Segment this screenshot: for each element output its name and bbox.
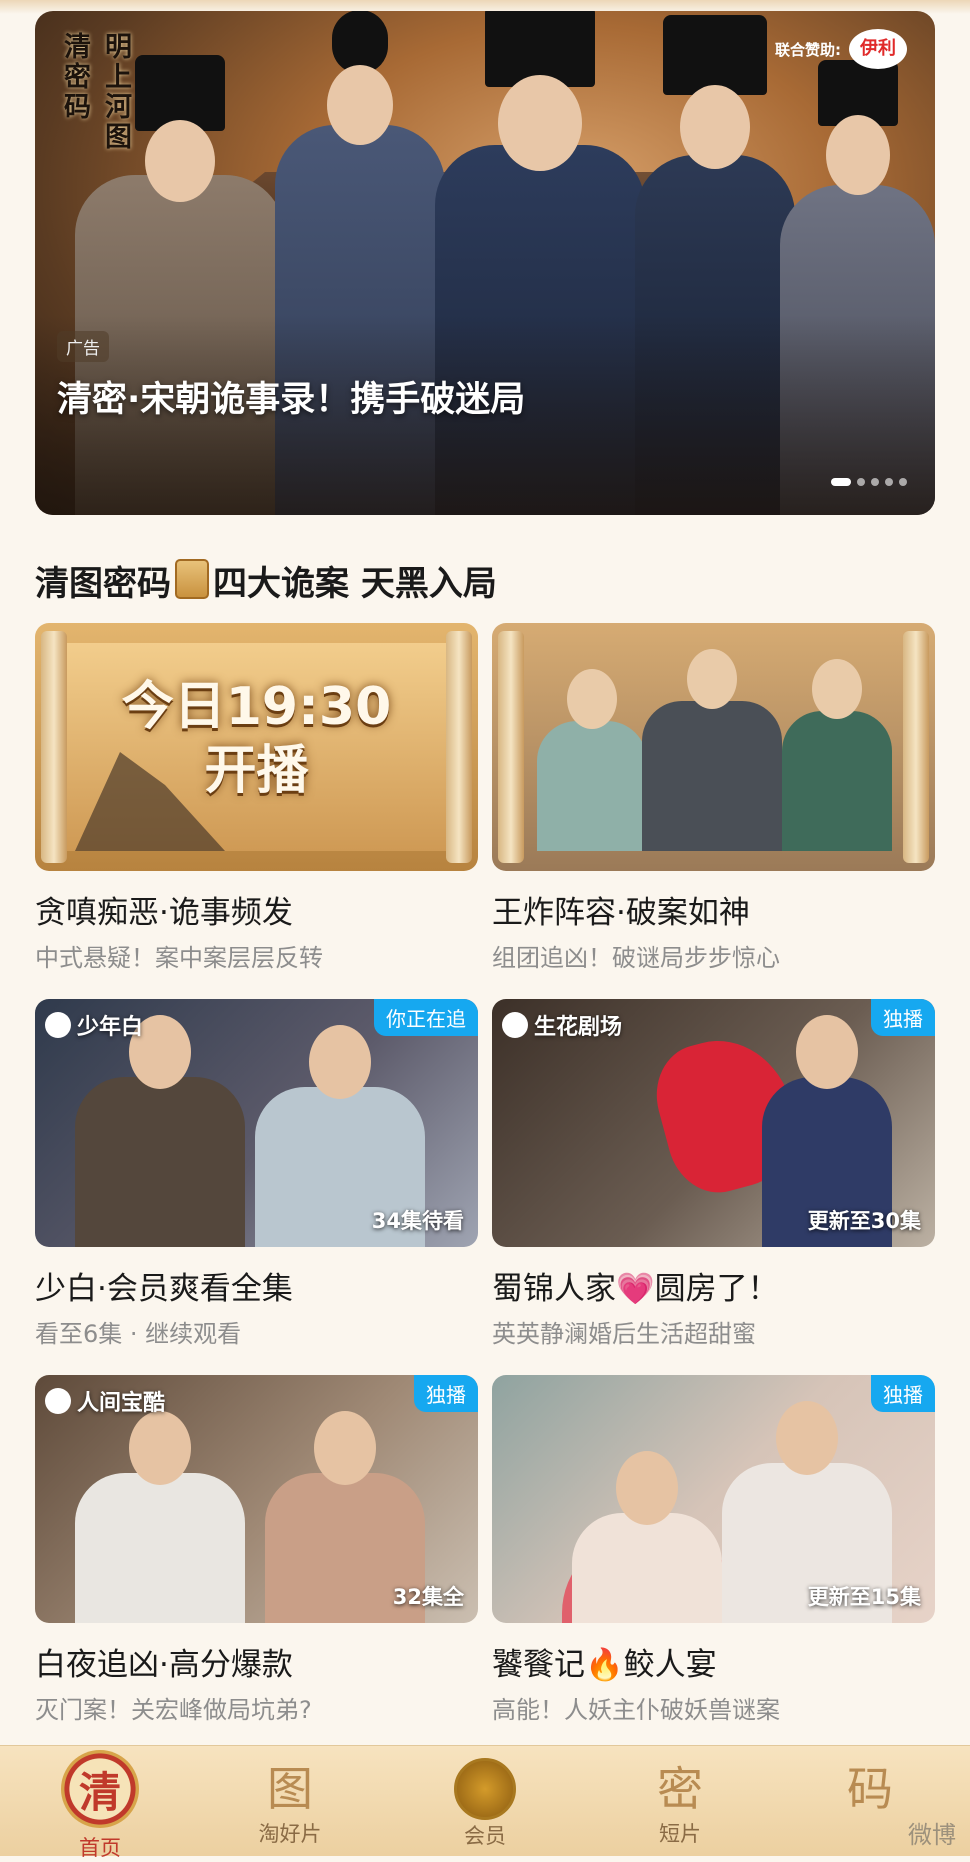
nav-home[interactable]: 清 首页 <box>30 1746 170 1862</box>
card-thumbnail[interactable]: 独播 更新至15集 <box>492 1375 935 1623</box>
watermark: 微博 <box>908 1821 956 1849</box>
card-title[interactable]: 贪嗔痴恶·诡事频发 <box>35 887 478 932</box>
card-thumbnail[interactable]: 生花剧场 独播 更新至30集 <box>492 999 935 1247</box>
carousel-dot[interactable] <box>885 478 893 486</box>
brand-icon <box>45 1388 71 1414</box>
show-brand: 生花剧场 <box>502 1009 622 1041</box>
banner-title: 清密·宋朝诡事录！携手破迷局 <box>57 380 526 420</box>
episode-count: 更新至15集 <box>807 1585 921 1609</box>
video-card[interactable]: 今日19:30 开播 贪嗔痴恶·诡事频发 中式悬疑！案中案层层反转 <box>35 623 478 973</box>
show-logo: 清明 密上 码河 图 <box>64 32 132 153</box>
nav-glyph-icon: 密 <box>657 1762 703 1816</box>
card-subtitle: 英英静澜婚后生活超甜蜜 <box>492 1320 756 1348</box>
nav-glyph-icon: 图 <box>267 1762 313 1816</box>
status-badge: 独播 <box>871 1375 935 1412</box>
card-title[interactable]: 白夜追凶·高分爆款 <box>35 1639 478 1684</box>
section-title: 清图密码 四大诡案 天黑入局 <box>35 556 497 605</box>
card-subtitle: 高能！人妖主仆破妖兽谜案 <box>492 1696 780 1724</box>
nav-label: 短片 <box>659 1822 701 1846</box>
card-title[interactable]: 蜀锦人家💗圆房了！ <box>492 1263 935 1308</box>
episode-count: 更新至30集 <box>807 1209 921 1233</box>
video-card[interactable]: 少年白 你正在追 34集待看 少白·会员爽看全集 看至6集 · 继续观看 <box>35 999 478 1349</box>
video-card[interactable]: 王炸阵容·破案如神 组团追凶！破谜局步步惊心 <box>492 623 935 973</box>
card-subtitle: 中式悬疑！案中案层层反转 <box>35 944 323 972</box>
status-badge: 你正在追 <box>374 999 478 1036</box>
nav-discover[interactable]: 图 淘好片 <box>220 1746 360 1848</box>
home-emblem-icon[interactable]: 清 <box>61 1750 139 1828</box>
hero-banner[interactable]: 清明 密上 码河 图 联合赞助: 伊利 广告 清密·宋朝诡事录！携手破迷局 <box>35 11 935 515</box>
carousel-dot[interactable] <box>871 478 879 486</box>
carousel-dot[interactable] <box>857 478 865 486</box>
nav-mine[interactable]: 码 <box>800 1746 940 1818</box>
card-thumbnail[interactable] <box>492 623 935 871</box>
card-thumbnail[interactable]: 今日19:30 开播 <box>35 623 478 871</box>
brand-icon <box>502 1012 528 1038</box>
carousel-dot[interactable] <box>899 478 907 486</box>
show-brand: 人间宝酷 <box>45 1385 165 1417</box>
nav-label: 首页 <box>79 1836 121 1860</box>
bottom-nav: 清 首页 图 淘好片 会员 密 短片 码 微博 <box>0 1745 970 1860</box>
card-subtitle: 组团追凶！破谜局步步惊心 <box>492 944 780 972</box>
air-time-text: 今日19:30 开播 <box>121 677 392 801</box>
video-card[interactable]: 生花剧场 独播 更新至30集 蜀锦人家💗圆房了！ 英英静澜婚后生活超甜蜜 <box>492 999 935 1349</box>
card-thumbnail[interactable]: 人间宝酷 独播 32集全 <box>35 1375 478 1623</box>
status-badge: 独播 <box>414 1375 478 1412</box>
carousel-dots[interactable] <box>831 478 907 486</box>
status-badge: 独播 <box>871 999 935 1036</box>
episode-count: 34集待看 <box>371 1209 464 1233</box>
brand-icon <box>45 1012 71 1038</box>
carousel-dot[interactable] <box>831 478 851 486</box>
sponsor-label: 联合赞助: <box>775 41 841 59</box>
nav-label: 淘好片 <box>258 1822 322 1846</box>
card-title[interactable]: 饕餮记🔥鲛人宴 <box>492 1639 935 1684</box>
nav-shorts[interactable]: 密 短片 <box>610 1746 750 1848</box>
ad-tag: 广告 <box>57 331 109 362</box>
card-title[interactable]: 少白·会员爽看全集 <box>35 1263 478 1308</box>
lion-emblem-icon <box>454 1758 516 1820</box>
scroll-icon <box>175 559 209 599</box>
card-subtitle: 灭门案！关宏峰做局坑弟? <box>35 1696 312 1724</box>
sponsor-logo: 伊利 <box>849 29 907 69</box>
card-title[interactable]: 王炸阵容·破案如神 <box>492 887 935 932</box>
nav-vip[interactable]: 会员 <box>415 1746 555 1850</box>
episode-count: 32集全 <box>392 1585 464 1609</box>
show-brand: 少年白 <box>45 1009 143 1041</box>
video-card[interactable]: 独播 更新至15集 饕餮记🔥鲛人宴 高能！人妖主仆破妖兽谜案 <box>492 1375 935 1725</box>
nav-glyph-icon: 码 <box>847 1762 893 1816</box>
card-thumbnail[interactable]: 少年白 你正在追 34集待看 <box>35 999 478 1247</box>
nav-label: 会员 <box>464 1824 506 1848</box>
video-card[interactable]: 人间宝酷 独播 32集全 白夜追凶·高分爆款 灭门案！关宏峰做局坑弟? <box>35 1375 478 1725</box>
card-subtitle[interactable]: 看至6集 · 继续观看 <box>35 1314 478 1349</box>
